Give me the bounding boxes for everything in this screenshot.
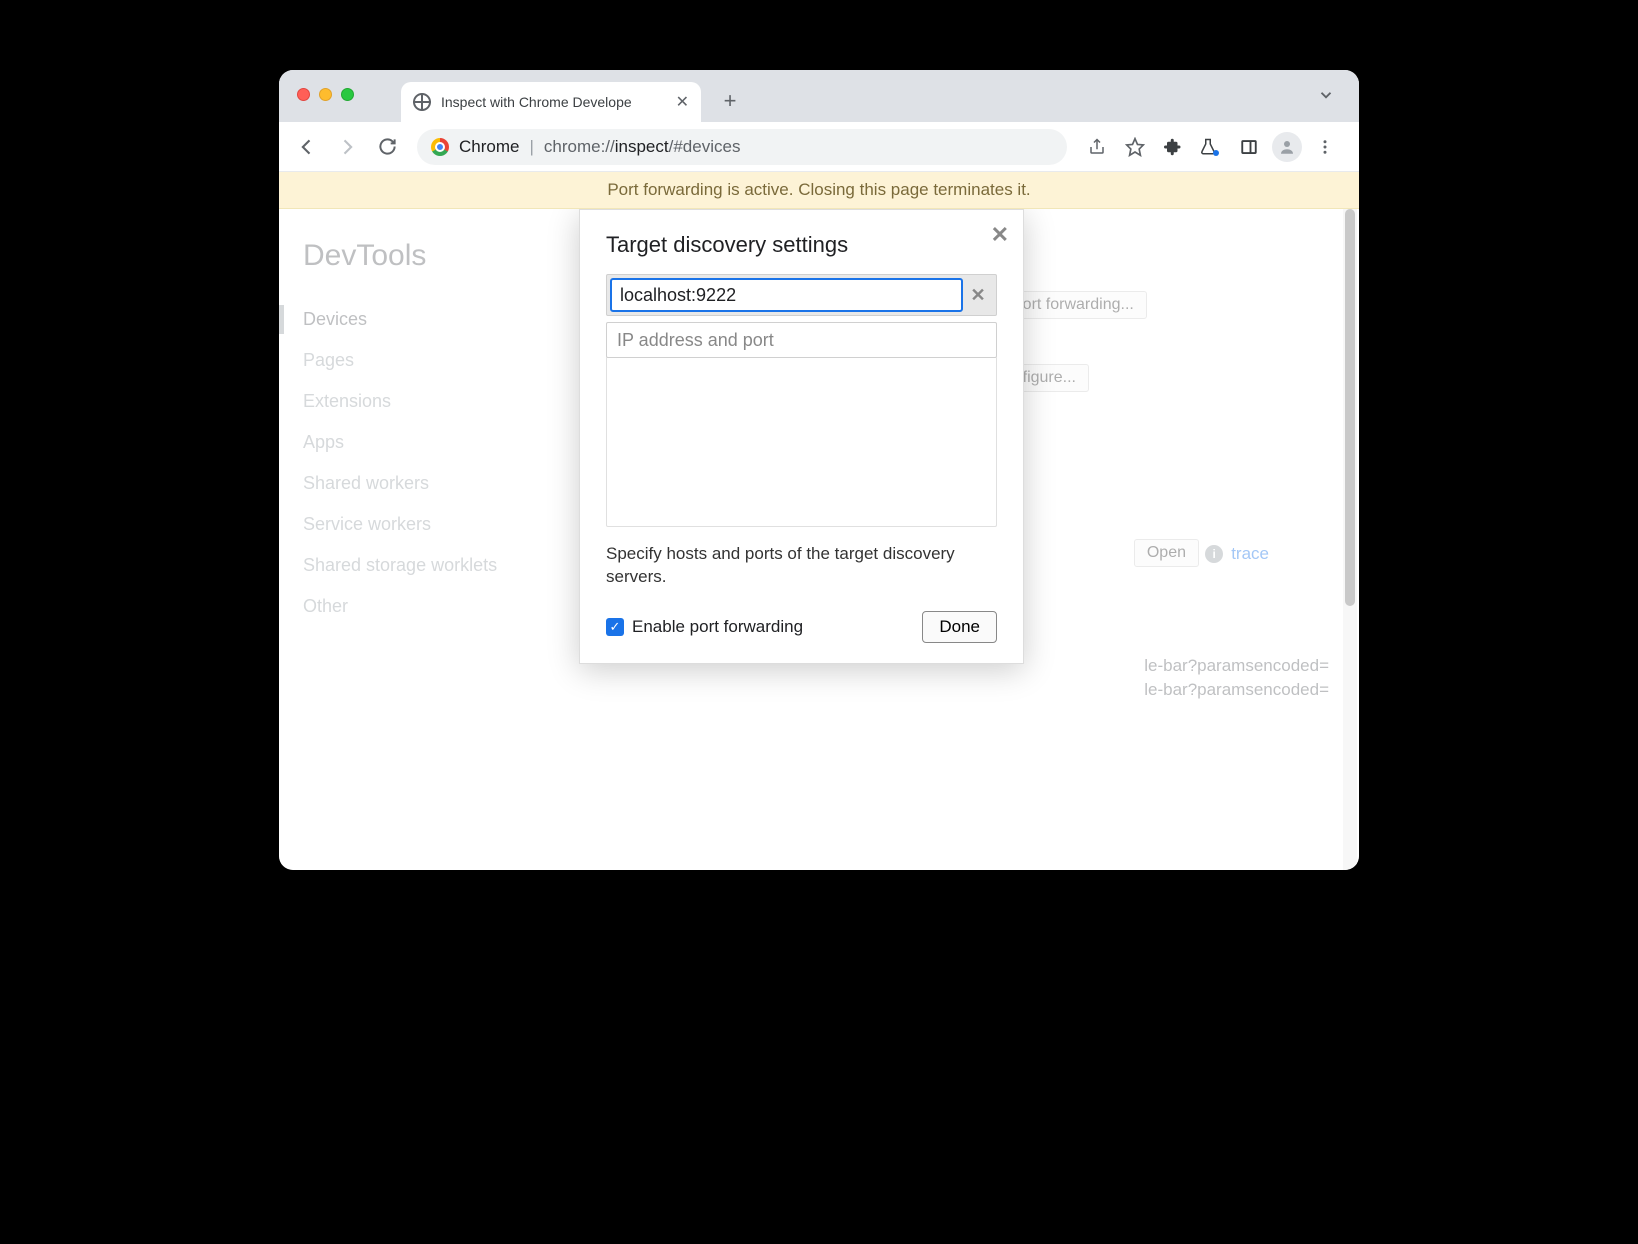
side-panel-icon[interactable] [1231, 129, 1267, 165]
omnibox-origin-label: Chrome [459, 137, 519, 157]
target-list-area [606, 357, 997, 527]
tab-title: Inspect with Chrome Develope [441, 94, 666, 110]
chrome-icon [431, 138, 449, 156]
profile-button[interactable] [1269, 129, 1305, 165]
browser-window: Inspect with Chrome Develope ✕ + Chrome … [279, 70, 1359, 870]
omnibox-url: chrome://inspect/#devices [544, 137, 741, 157]
close-window-button[interactable] [297, 88, 310, 101]
share-icon[interactable] [1079, 129, 1115, 165]
back-button[interactable] [289, 129, 325, 165]
address-bar[interactable]: Chrome | chrome://inspect/#devices [417, 129, 1067, 165]
target-row: ✕ [606, 274, 997, 316]
tabs-dropdown-icon[interactable] [1317, 86, 1335, 104]
maximize-window-button[interactable] [341, 88, 354, 101]
page-content: DevTools Devices Pages Extensions Apps S… [279, 209, 1359, 870]
minimize-window-button[interactable] [319, 88, 332, 101]
window-controls [297, 88, 354, 101]
labs-icon[interactable] [1193, 129, 1229, 165]
menu-icon[interactable] [1307, 129, 1343, 165]
reload-button[interactable] [369, 129, 405, 165]
close-icon[interactable]: ✕ [991, 222, 1009, 248]
checkbox-label: Enable port forwarding [632, 617, 803, 637]
checkbox-icon: ✓ [606, 618, 624, 636]
target-address-input[interactable] [610, 278, 963, 312]
extensions-icon[interactable] [1155, 129, 1191, 165]
toolbar-right [1079, 129, 1349, 165]
dialog-description: Specify hosts and ports of the target di… [606, 543, 997, 589]
new-tab-button[interactable]: + [715, 86, 745, 116]
toolbar: Chrome | chrome://inspect/#devices [279, 122, 1359, 172]
target-discovery-dialog: ✕ Target discovery settings ✕ IP address… [579, 209, 1024, 664]
bookmark-icon[interactable] [1117, 129, 1153, 165]
tab-strip: Inspect with Chrome Develope ✕ + [279, 70, 1359, 122]
scrollbar-thumb[interactable] [1345, 209, 1355, 606]
remove-target-icon[interactable]: ✕ [963, 285, 993, 306]
scrollbar[interactable] [1343, 209, 1357, 870]
info-banner: Port forwarding is active. Closing this … [279, 172, 1359, 209]
done-button[interactable]: Done [922, 611, 997, 643]
dialog-title: Target discovery settings [606, 232, 997, 258]
browser-tab[interactable]: Inspect with Chrome Develope ✕ [401, 82, 701, 122]
close-tab-icon[interactable]: ✕ [676, 92, 689, 112]
globe-icon [413, 93, 431, 111]
enable-port-forwarding-checkbox[interactable]: ✓ Enable port forwarding [606, 617, 803, 637]
new-target-placeholder[interactable]: IP address and port [606, 322, 997, 358]
forward-button[interactable] [329, 129, 365, 165]
